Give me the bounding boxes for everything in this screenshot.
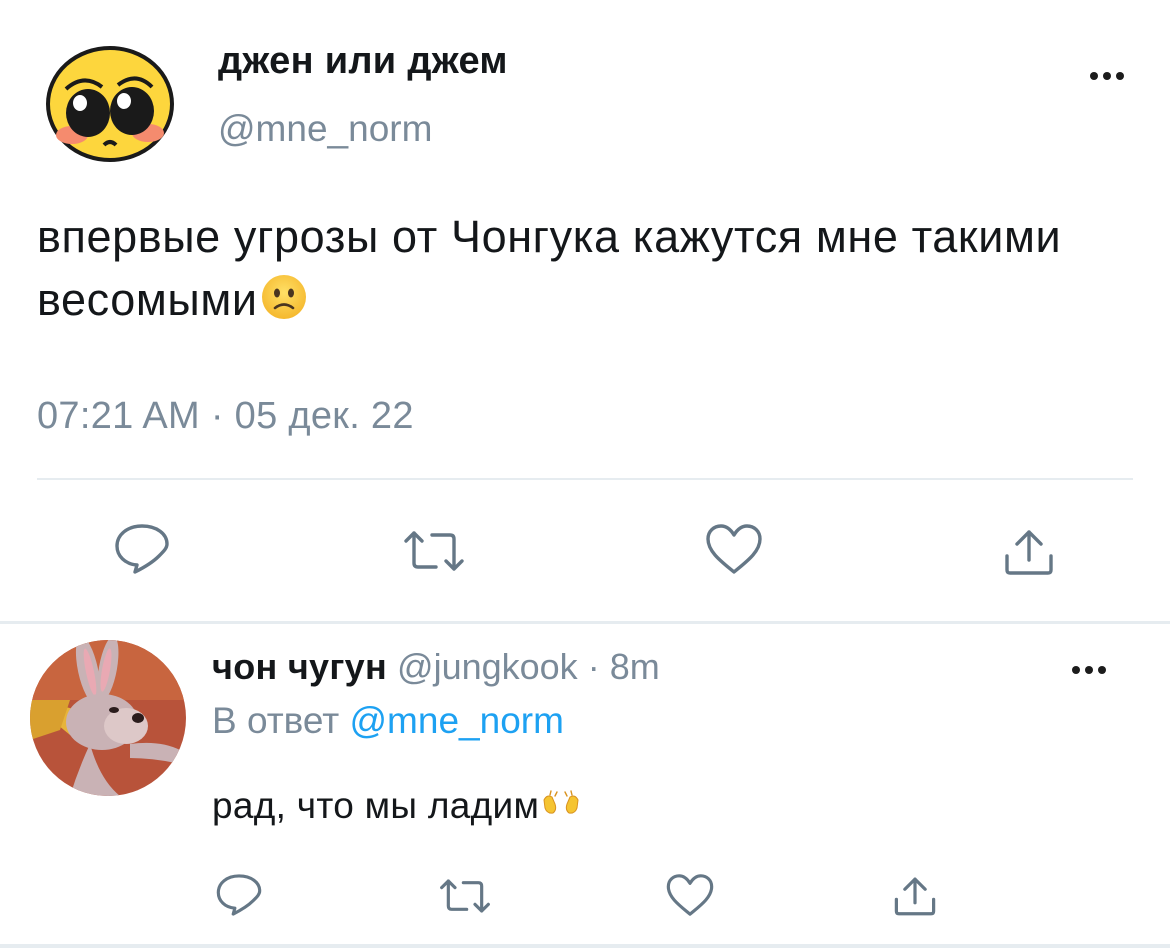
time-separator: · [577,646,610,687]
reply-retweet-icon[interactable] [436,876,494,921]
tweet-text: впервые угрозы от Чонгука кажутся мне та… [37,205,1147,337]
reply-icon[interactable] [113,522,171,581]
reply-more-options-icon[interactable] [1072,664,1112,676]
tweet-date: 05 дек. 22 [234,395,414,437]
reply-reply-icon[interactable] [215,872,263,923]
share-icon[interactable] [1002,526,1056,583]
like-icon[interactable] [704,522,764,581]
reply-context: В ответ @mne_norm [212,700,564,742]
tweet-timestamp[interactable]: 07:21 AM · 05 дек. 22 [37,395,414,438]
reply-mention-link[interactable]: @mne_norm [350,700,564,741]
retweet-icon[interactable] [400,527,468,580]
tweet-separator [0,621,1170,624]
reply-avatar[interactable] [30,640,186,796]
reply-prefix: В ответ [212,700,340,741]
reply-text-content: рад, что мы ладим [212,785,540,826]
tweet-time: 07:21 AM [37,395,200,437]
reply-text: рад, что мы ладим [212,783,581,827]
user-handle[interactable]: @mne_norm [218,108,432,150]
reply-time[interactable]: 8m [610,646,660,687]
tweet-text-content: впервые угрозы от Чонгука кажутся мне та… [37,211,1062,325]
reply-like-icon[interactable] [665,872,715,923]
reply-share-icon[interactable] [892,874,938,923]
display-name[interactable]: джен или джем [218,40,508,83]
more-options-icon[interactable] [1090,70,1130,82]
reply-display-name[interactable]: чон чугун [212,646,387,687]
reply-handle[interactable]: @jungkook [397,646,578,687]
date-separator: · [199,395,235,437]
reply-header: чон чугун @jungkook · 8m [212,646,660,688]
slightly-frowning-face-icon [260,273,308,337]
avatar[interactable] [44,43,176,165]
bottom-divider [0,944,1170,948]
open-hands-icon [541,783,581,825]
divider [37,478,1133,480]
